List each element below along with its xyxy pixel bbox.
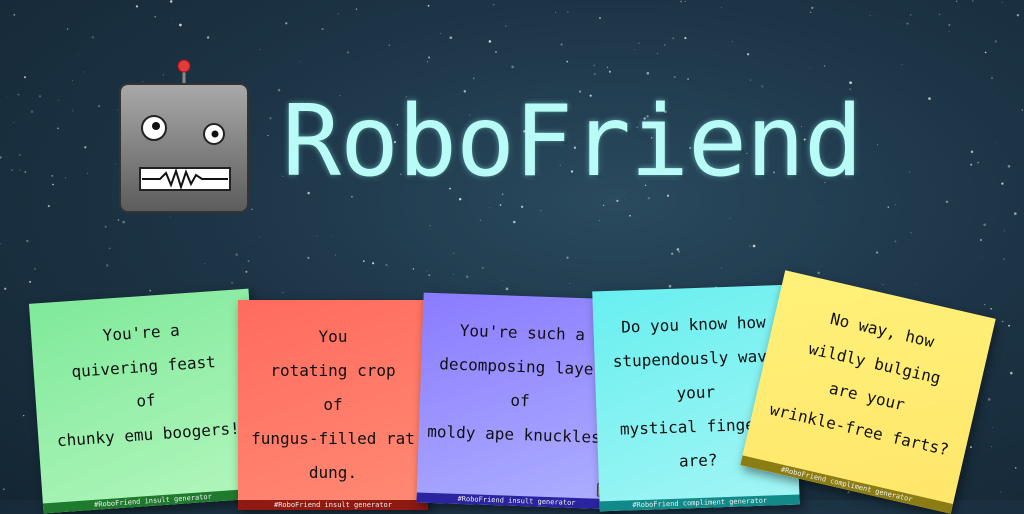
card-line: decomposing layer bbox=[439, 354, 604, 379]
card-line: You're such a bbox=[459, 320, 586, 345]
card-footer: #RoboFriend insult generator bbox=[238, 500, 428, 510]
card-line: are? bbox=[678, 450, 718, 471]
card-line: stupendously wavy bbox=[612, 346, 777, 371]
card-line: You bbox=[318, 327, 348, 346]
card-line: moldy ape knuckles! bbox=[427, 421, 611, 448]
robot-icon bbox=[119, 59, 249, 213]
card-footer: #RoboFriend compliment generator bbox=[599, 494, 800, 512]
card-line: quivering feast bbox=[70, 352, 217, 382]
card-line: of bbox=[323, 395, 343, 414]
card-line: dung. bbox=[308, 463, 358, 482]
card-footer: #RoboFriend insult generator bbox=[42, 488, 264, 514]
card-line: Do you know how bbox=[620, 312, 766, 337]
card-line: of bbox=[510, 390, 530, 411]
card-line: fungus-filled rat bbox=[251, 429, 415, 448]
card-line: your bbox=[676, 382, 716, 403]
card-footer: #RoboFriend insult generator bbox=[416, 492, 617, 510]
insult-card[interactable]: You rotating crop of fungus-filled rat d… bbox=[238, 300, 428, 510]
card-line: rotating crop bbox=[270, 361, 396, 380]
insult-card[interactable]: You're a quivering feast of chunky emu b… bbox=[28, 288, 264, 514]
card-line: of bbox=[135, 390, 157, 411]
app-title: RoboFriend bbox=[282, 85, 863, 199]
card-line: You're a bbox=[102, 320, 181, 345]
card-line: chunky emu boogers! bbox=[56, 418, 241, 451]
